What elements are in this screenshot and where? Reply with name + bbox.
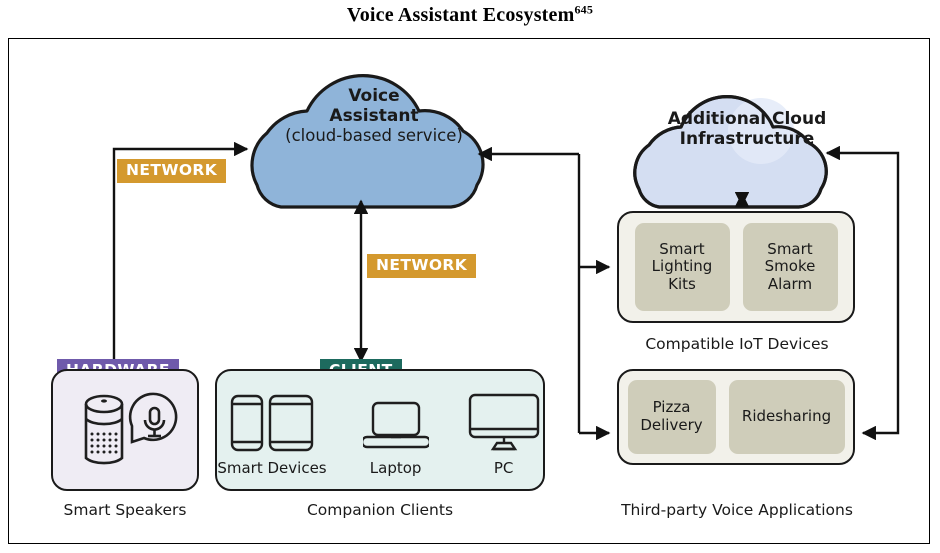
node-third-party-voice-applications[interactable]: Pizza Delivery Ridesharing — [617, 369, 855, 465]
speaker-top-button-icon — [101, 399, 107, 403]
tablet-icon — [268, 394, 314, 452]
badge-network-left: NETWORK — [117, 159, 227, 184]
device-pc[interactable]: PC — [465, 391, 543, 477]
voice-bubble-microphone-icon — [128, 392, 178, 444]
device-laptop[interactable]: Laptop — [360, 391, 431, 477]
device-label-pc: PC — [493, 459, 514, 477]
tile-smart-lighting-kits[interactable]: Smart Lighting Kits — [634, 223, 730, 311]
phone-icon — [230, 394, 264, 452]
additional-cloud-label: Additional Cloud Infrastructure — [637, 109, 857, 149]
additional-cloud-line1: Additional Cloud — [667, 109, 827, 129]
tile-pizza-delivery-l2: Delivery — [640, 416, 703, 434]
page-title-text: Voice Assistant Ecosystem — [346, 4, 575, 26]
tile-smart-smoke-alarm-l1: Smart — [767, 239, 813, 258]
caption-smart-speakers: Smart Speakers — [63, 501, 187, 519]
node-compatible-iot-devices[interactable]: Smart Lighting Kits Smart Smoke Alarm — [617, 211, 855, 323]
smart-devices-icons — [230, 394, 314, 452]
speaker-dot-grid-icon — [90, 432, 118, 454]
voice-assistant-line1: Voice — [348, 86, 400, 106]
tile-smart-smoke-alarm[interactable]: Smart Smoke Alarm — [742, 223, 838, 311]
smart-speaker-group-icon — [84, 392, 178, 465]
device-label-smart-devices: Smart Devices — [217, 459, 327, 477]
node-companion-clients[interactable]: Smart Devices Laptop PC — [215, 369, 545, 491]
page-title-superscript: 645 — [574, 2, 594, 17]
voice-assistant-cloud-label: Voice Assistant (cloud-based service) — [249, 86, 499, 146]
diagram-frame: Voice Assistant (cloud-based service) Ad… — [8, 38, 930, 544]
tile-smart-lighting-kits-l2: Lighting — [651, 257, 713, 276]
laptop-icon — [360, 401, 431, 449]
tile-ridesharing-l1: Ridesharing — [741, 407, 832, 426]
tile-smart-lighting-kits-l1: Smart — [659, 239, 705, 258]
device-smart-devices[interactable]: Smart Devices — [217, 391, 327, 477]
badge-network-middle: NETWORK — [367, 254, 477, 279]
tile-pizza-delivery-l1: Pizza — [652, 398, 691, 417]
tile-smart-lighting-kits-l3: Kits — [668, 274, 696, 293]
page-title: Voice Assistant Ecosystem645 — [0, 2, 940, 27]
tile-ridesharing[interactable]: Ridesharing — [728, 380, 845, 454]
additional-cloud-line2: Infrastructure — [679, 129, 815, 150]
tile-smart-smoke-alarm-l2: Smoke — [764, 257, 816, 276]
tile-pizza-delivery[interactable]: Pizza Delivery — [627, 380, 716, 454]
desktop-monitor-icon — [468, 393, 539, 451]
node-smart-speakers[interactable] — [51, 369, 199, 491]
caption-compatible-iot-devices: Compatible IoT Devices — [645, 335, 829, 353]
caption-companion-clients: Companion Clients — [306, 501, 454, 519]
tile-smart-smoke-alarm-l3: Alarm — [767, 274, 813, 293]
caption-third-party-voice-applications: Third-party Voice Applications — [621, 501, 853, 519]
device-label-laptop: Laptop — [369, 459, 422, 477]
voice-assistant-line3: (cloud-based service) — [285, 126, 463, 146]
voice-assistant-line2: Assistant — [329, 106, 419, 127]
